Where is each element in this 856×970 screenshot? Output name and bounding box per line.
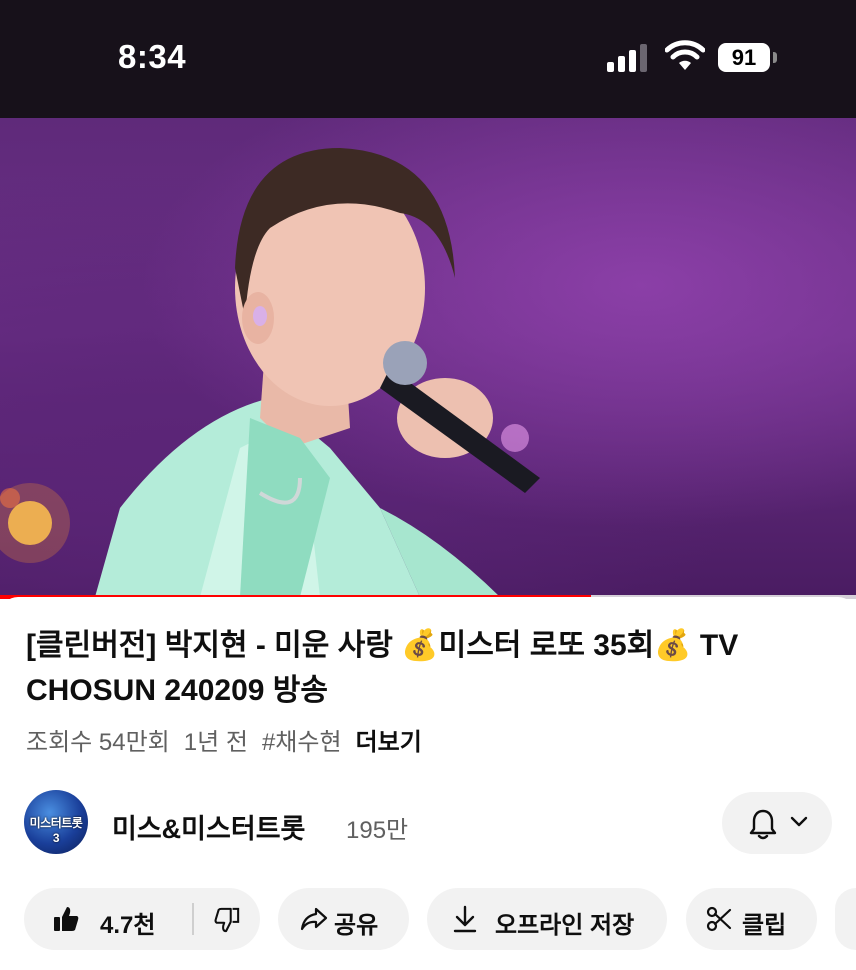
video-title[interactable]: [클린버전] 박지현 - 미운 사랑 💰미스터 로또 35회💰 TV CHOSU… xyxy=(26,623,826,713)
channel-avatar-logo: 미스터트롯3 xyxy=(29,816,83,845)
view-count: 조회수 54만회 xyxy=(26,729,170,756)
chevron-down-icon xyxy=(790,816,808,827)
video-frame-illustration xyxy=(0,148,540,597)
scissors-icon xyxy=(706,906,732,932)
hashtag-link[interactable]: #채수현 xyxy=(262,729,342,756)
channel-avatar[interactable]: 미스터트롯3 xyxy=(24,790,88,854)
more-actions-button-partial[interactable] xyxy=(835,888,856,950)
battery-icon: 91 xyxy=(718,43,770,72)
share-button[interactable]: 공유 xyxy=(278,888,409,950)
divider xyxy=(192,903,194,935)
clip-label: 클립 xyxy=(742,912,787,939)
bell-icon xyxy=(749,809,777,840)
download-button[interactable]: 오프라인 저장 xyxy=(427,888,667,950)
wifi-icon xyxy=(665,40,705,70)
more-button[interactable]: 더보기 xyxy=(356,729,422,756)
like-icon[interactable] xyxy=(52,905,80,933)
signal-icon xyxy=(607,44,647,72)
clip-button[interactable]: 클립 xyxy=(686,888,817,950)
video-player[interactable] xyxy=(0,118,856,597)
status-time: 8:34 xyxy=(118,38,187,75)
like-dislike-group: 4.7천 xyxy=(24,888,260,950)
share-icon xyxy=(300,907,328,931)
share-label: 공유 xyxy=(334,912,379,939)
like-count[interactable]: 4.7천 xyxy=(100,905,155,940)
channel-name[interactable]: 미스&미스터트롯 xyxy=(112,807,305,846)
download-label: 오프라인 저장 xyxy=(495,912,635,939)
subscriber-count: 195만 xyxy=(346,817,409,844)
dislike-icon[interactable] xyxy=(214,907,240,933)
status-bar: 8:34 91 xyxy=(0,0,856,118)
upload-age: 1년 전 xyxy=(183,729,248,756)
download-icon xyxy=(453,905,477,933)
notification-bell-button[interactable] xyxy=(722,792,832,854)
video-meta[interactable]: 조회수 54만회 1년 전 #채수현 더보기 xyxy=(26,722,436,757)
battery-tip xyxy=(773,52,777,63)
